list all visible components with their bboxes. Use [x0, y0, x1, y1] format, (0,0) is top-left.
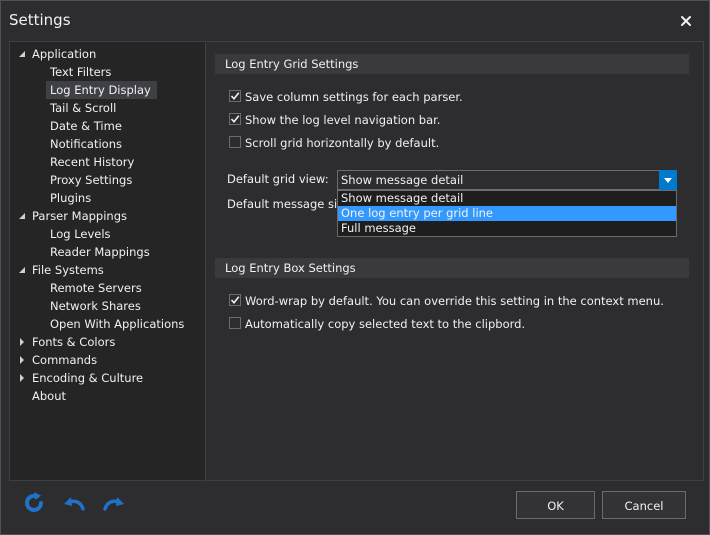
option-label: Save column settings for each parser. — [245, 90, 463, 104]
window-title: Settings — [9, 11, 71, 29]
option-label: Word-wrap by default. You can override t… — [245, 294, 664, 308]
settings-content-panel: Log Entry Grid Settings Save column sett… — [207, 41, 704, 481]
sidebar-item-label: Recent History — [50, 155, 135, 169]
sidebar-item-about[interactable]: About — [28, 387, 72, 405]
grid-settings-header: Log Entry Grid Settings — [215, 54, 689, 74]
sidebar-item-label: Tail & Scroll — [50, 101, 117, 115]
sidebar-item-label: Reader Mappings — [50, 245, 150, 259]
dropdown-option[interactable]: Show message detail — [338, 191, 676, 206]
sidebar-item-open-with-applications[interactable]: Open With Applications — [46, 315, 190, 333]
sidebar-item-label: Commands — [32, 353, 98, 367]
chevron-down-icon[interactable] — [659, 170, 677, 190]
sidebar-item-recent-history[interactable]: Recent History — [46, 153, 140, 171]
checkbox[interactable] — [229, 317, 241, 329]
selected-value: Show message detail — [341, 173, 464, 187]
checkbox[interactable] — [229, 294, 241, 306]
sidebar-item-encoding-and-culture[interactable]: Encoding & Culture — [20, 369, 149, 387]
sidebar-item-file-systems[interactable]: File Systems — [19, 261, 110, 279]
checkbox[interactable] — [229, 90, 241, 102]
default-message-size-label: Default message size: — [227, 197, 355, 211]
sidebar-item-label: About — [32, 389, 67, 403]
sidebar-item-label: Application — [32, 47, 97, 61]
sidebar-item-label: Parser Mappings — [32, 209, 127, 223]
option-label: Scroll grid horizontally by default. — [245, 136, 440, 150]
sidebar-item-network-shares[interactable]: Network Shares — [46, 297, 147, 315]
sidebar-item-label: Open With Applications — [50, 317, 185, 331]
close-icon[interactable] — [677, 12, 695, 30]
sidebar-item-label: Network Shares — [50, 299, 141, 313]
option-label: Show the log level navigation bar. — [245, 113, 441, 127]
refresh-icon[interactable] — [19, 488, 49, 518]
cancel-button[interactable]: Cancel — [602, 491, 686, 519]
expand-arrow-icon[interactable] — [18, 212, 26, 220]
dropdown-option[interactable]: Full message — [338, 221, 676, 236]
sidebar-item-label: Proxy Settings — [50, 173, 133, 187]
sidebar-item-label: Remote Servers — [50, 281, 142, 295]
collapse-arrow-icon[interactable] — [18, 374, 26, 382]
title-bar: Settings — [1, 1, 709, 41]
sidebar-item-commands[interactable]: Commands — [20, 351, 103, 369]
redo-icon[interactable] — [99, 488, 129, 518]
sidebar-item-proxy-settings[interactable]: Proxy Settings — [46, 171, 138, 189]
settings-window: Settings Application Text Filters Log Entr… — [0, 0, 710, 535]
default-grid-view-select[interactable]: Show message detail — [337, 170, 677, 190]
sidebar-item-label: Encoding & Culture — [32, 371, 144, 385]
sidebar-item-label: File Systems — [32, 263, 104, 277]
checkbox[interactable] — [229, 113, 241, 125]
sidebar-item-label: Fonts & Colors — [32, 335, 116, 349]
settings-navigation-tree: Application Text Filters Log Entry Display… — [9, 41, 206, 481]
sidebar-item-label: Log Levels — [50, 227, 111, 241]
checkbox[interactable] — [229, 136, 241, 148]
grid-view-dropdown-list: Show message detail One log entry per gr… — [337, 190, 677, 237]
sidebar-item-tail-and-scroll[interactable]: Tail & Scroll — [46, 99, 122, 117]
expand-arrow-icon[interactable] — [18, 50, 26, 58]
sidebar-item-date-and-time[interactable]: Date & Time — [46, 117, 128, 135]
undo-icon[interactable] — [59, 488, 89, 518]
sidebar-item-fonts-and-colors[interactable]: Fonts & Colors — [20, 333, 121, 351]
sidebar-item-parser-mappings[interactable]: Parser Mappings — [19, 207, 133, 225]
sidebar-item-log-levels[interactable]: Log Levels — [46, 225, 117, 243]
sidebar-item-remote-servers[interactable]: Remote Servers — [46, 279, 148, 297]
ok-button[interactable]: OK — [516, 491, 595, 519]
sidebar-item-label: Plugins — [50, 191, 92, 205]
sidebar-item-label: Text Filters — [50, 65, 112, 79]
sidebar-item-log-entry-display[interactable]: Log Entry Display — [46, 81, 157, 99]
sidebar-item-label: Log Entry Display — [50, 83, 151, 97]
default-grid-view-label: Default grid view: — [227, 172, 329, 186]
sidebar-item-reader-mappings[interactable]: Reader Mappings — [46, 243, 156, 261]
sidebar-item-text-filters[interactable]: Text Filters — [46, 63, 117, 81]
option-label: Automatically copy selected text to the … — [245, 317, 526, 331]
box-settings-header: Log Entry Box Settings — [215, 258, 689, 278]
sidebar-item-plugins[interactable]: Plugins — [46, 189, 97, 207]
collapse-arrow-icon[interactable] — [18, 338, 26, 346]
sidebar-item-application[interactable]: Application — [19, 45, 102, 63]
dropdown-option-highlighted[interactable]: One log entry per grid line — [338, 206, 676, 221]
sidebar-item-label: Notifications — [50, 137, 122, 151]
sidebar-item-label: Date & Time — [50, 119, 122, 133]
expand-arrow-icon[interactable] — [18, 266, 26, 274]
sidebar-item-notifications[interactable]: Notifications — [46, 135, 128, 153]
collapse-arrow-icon[interactable] — [18, 356, 26, 364]
